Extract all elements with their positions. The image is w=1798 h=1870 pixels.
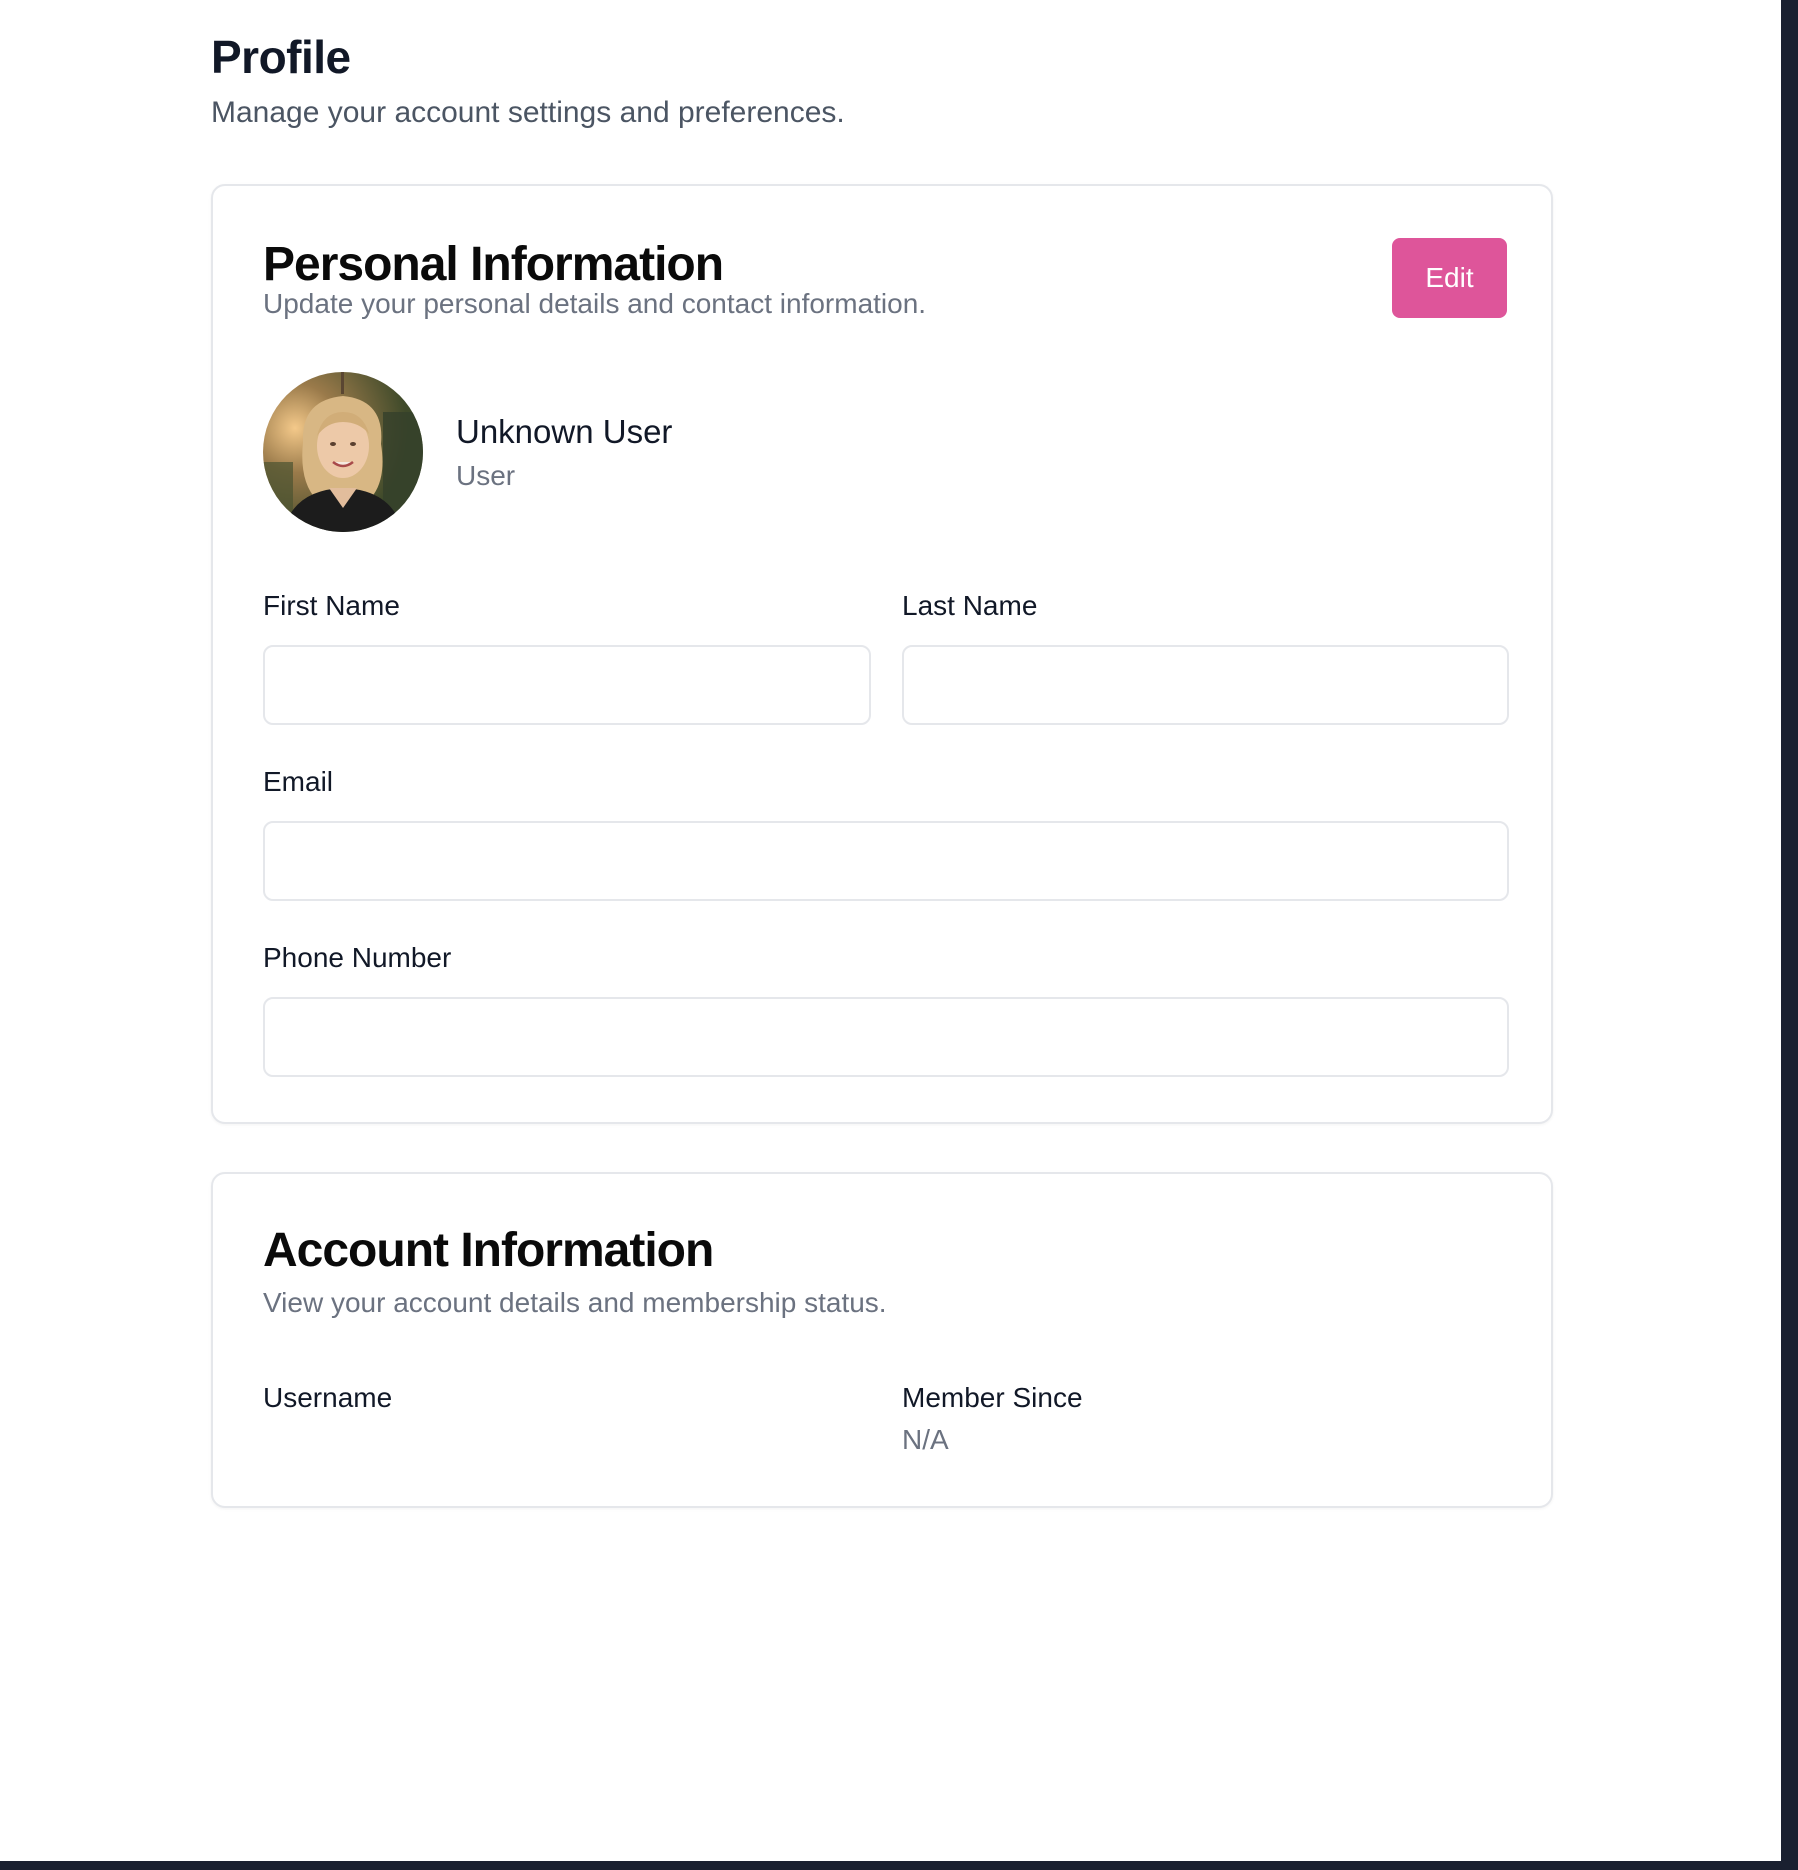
personal-information-card: Personal Information Update your persona… [211,184,1553,1124]
first-name-input[interactable] [263,645,871,725]
user-display-name: Unknown User [456,413,673,450]
member-since-value: N/A [902,1424,949,1455]
first-name-label: First Name [263,590,400,621]
username-label: Username [263,1382,393,1413]
avatar[interactable] [263,372,423,532]
member-since-label: Member Since [902,1382,1083,1413]
profile-page: Profile Manage your account settings and… [0,0,1781,1861]
page-subtitle: Manage your account settings and prefere… [211,96,845,129]
last-name-input[interactable] [902,645,1509,725]
avatar-photo [263,372,423,532]
edit-button[interactable]: Edit [1392,238,1507,318]
email-input[interactable] [263,821,1509,901]
last-name-label: Last Name [902,590,1038,621]
account-information-description: View your account details and membership… [263,1287,887,1318]
account-information-title: Account Information [263,1224,714,1277]
phone-number-input[interactable] [263,997,1509,1077]
phone-number-label: Phone Number [263,942,452,973]
account-information-card: Account Information View your account de… [211,1172,1553,1508]
user-role: User [456,460,516,491]
email-label: Email [263,766,334,797]
page-title: Profile [211,31,351,83]
personal-information-description: Update your personal details and contact… [263,288,927,319]
